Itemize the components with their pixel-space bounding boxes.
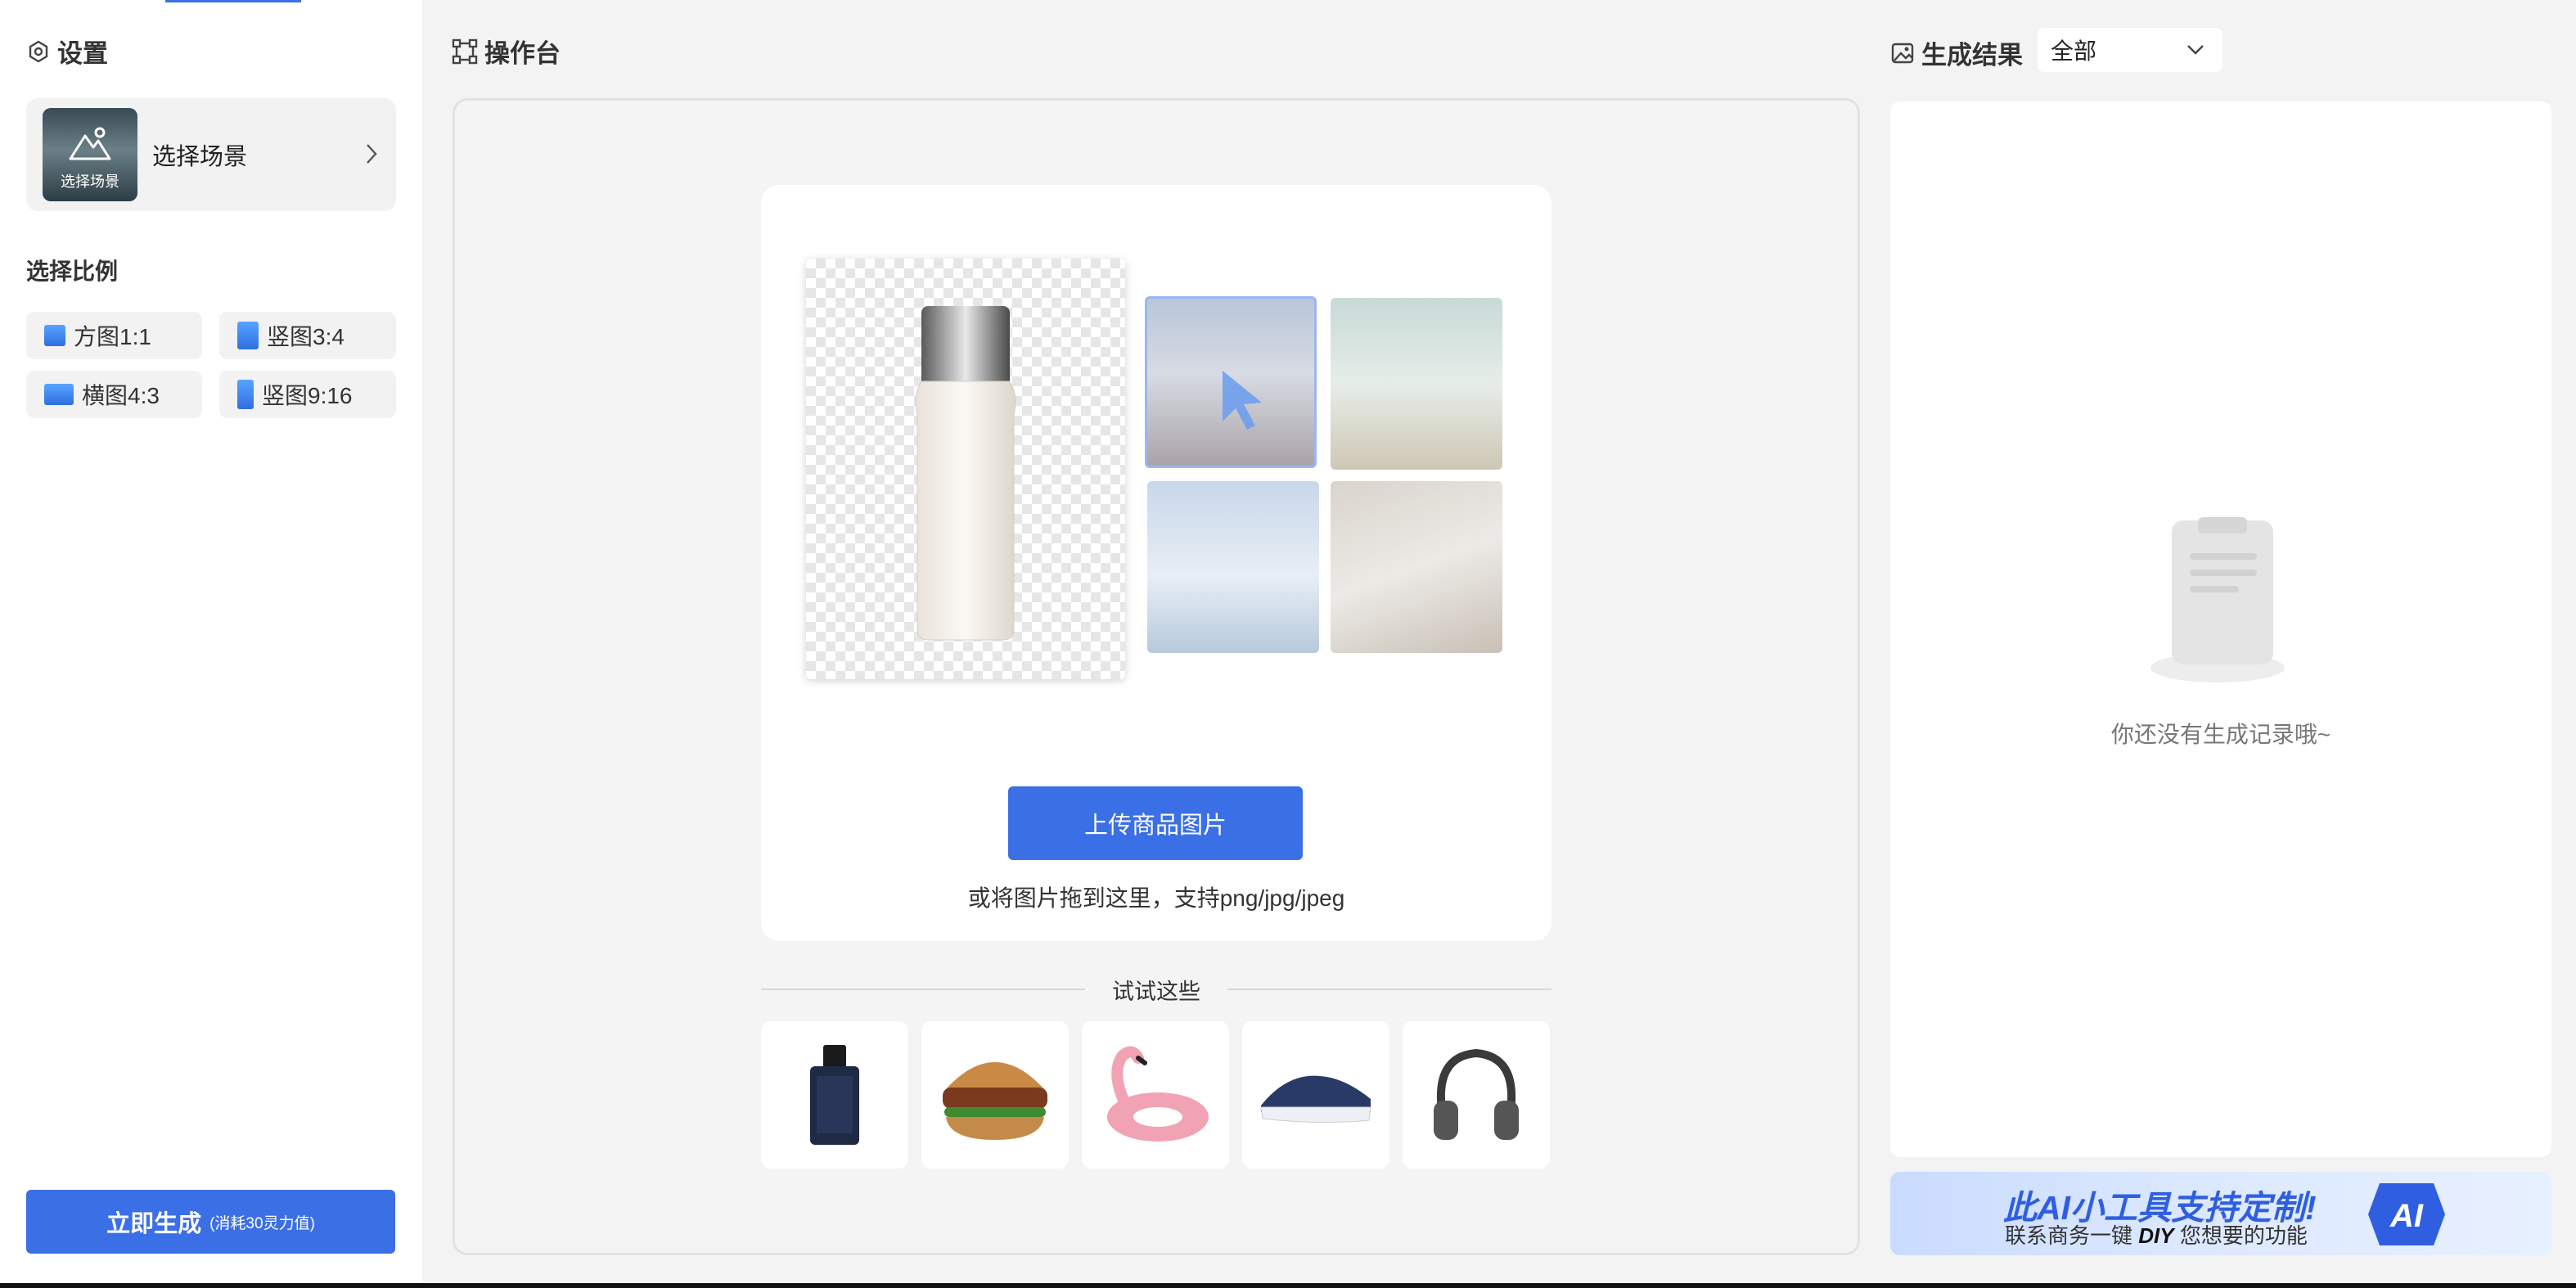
- sneaker-icon: [1260, 1075, 1371, 1124]
- settings-panel: 设置 选择场景 选择场景 选择比例 方图1:1 竖图3:4 横图4:3 竖图9:…: [0, 0, 422, 1288]
- ratio-title: 选择比例: [26, 259, 119, 284]
- ratio-option-3-4[interactable]: 竖图3:4: [219, 312, 396, 359]
- empty-clipboard-icon: [2150, 517, 2285, 682]
- divider-left: [761, 989, 1085, 990]
- banner-sub-suffix: 您想要的功能: [2179, 1223, 2308, 1248]
- workbench-title-text: 操作台: [484, 39, 561, 68]
- ratio-label: 竖图9:16: [262, 383, 353, 408]
- ratio-label: 横图4:3: [82, 383, 160, 408]
- workbench-title: 操作台: [452, 33, 561, 70]
- perfume-bottle-icon: [810, 1045, 859, 1145]
- scene-example-leaves: [1331, 481, 1502, 653]
- generate-button[interactable]: 立即生成 (消耗30灵力值): [26, 1190, 395, 1254]
- ratio-label: 竖图3:4: [267, 324, 345, 349]
- result-filter-value: 全部: [2051, 38, 2097, 64]
- sample-flamingo[interactable]: [1082, 1021, 1229, 1169]
- chevron-down-icon: [2187, 45, 2204, 55]
- ratio-option-4-3[interactable]: 横图4:3: [26, 371, 202, 418]
- upload-hint: 或将图片拖到这里，支持png/jpg/jpeg: [967, 885, 1345, 911]
- results-title-text: 生成结果: [1921, 41, 2023, 70]
- settings-title: 设置: [26, 33, 108, 70]
- ratio-label: 方图1:1: [74, 324, 151, 349]
- banner-sub-prefix: 联系商务一键: [2005, 1223, 2133, 1248]
- sample-sneaker[interactable]: [1242, 1021, 1389, 1169]
- generate-cost: (消耗30灵力值): [209, 1214, 315, 1232]
- results-title: 生成结果: [1890, 34, 2023, 71]
- portrait-ratio-icon: [237, 322, 259, 349]
- ai-badge-text: AI: [2389, 1198, 2424, 1234]
- scene-example-snow: [1147, 481, 1319, 653]
- ratio-option-1-1[interactable]: 方图1:1: [26, 312, 202, 359]
- mountain-icon: [69, 127, 111, 160]
- upload-product-button[interactable]: 上传商品图片: [1008, 786, 1303, 860]
- burger-icon: [943, 1062, 1047, 1140]
- scene-example-flowers: [1331, 298, 1502, 470]
- generate-label: 立即生成: [106, 1211, 202, 1237]
- upload-label: 上传商品图片: [1083, 813, 1227, 839]
- headphones-icon: [1434, 1048, 1519, 1140]
- customization-banner[interactable]: 此AI小工具支持定制! 联系商务一键 DIY 您想要的功能 AI: [1890, 1172, 2551, 1255]
- landscape-ratio-icon: [44, 384, 74, 405]
- active-tab-indicator: [165, 0, 301, 2]
- scene-selector[interactable]: 选择场景 选择场景: [26, 98, 396, 211]
- result-filter-select[interactable]: 全部: [2038, 28, 2222, 72]
- settings-icon: [29, 40, 48, 62]
- banner-sub-emph: DIY: [2138, 1223, 2174, 1248]
- sample-headphones[interactable]: [1403, 1021, 1550, 1169]
- try-these-label: 试试这些: [1112, 980, 1200, 1004]
- square-ratio-icon: [44, 325, 65, 346]
- settings-title-text: 设置: [57, 39, 108, 68]
- sample-perfume[interactable]: [761, 1021, 908, 1169]
- scene-example-pavilion: [1145, 296, 1317, 468]
- flamingo-float-icon: [1107, 1046, 1209, 1142]
- product-bottle-icon: [915, 306, 1016, 641]
- divider-right: [1227, 989, 1551, 990]
- scene-thumbnail: 选择场景: [43, 108, 137, 201]
- chevron-right-icon: [367, 144, 377, 164]
- image-icon: [1891, 43, 1914, 63]
- scene-label: 选择场景: [152, 144, 248, 170]
- workbench-icon: [452, 38, 478, 64]
- product-preview-image: [806, 259, 1125, 679]
- bottom-edge: [0, 1283, 2576, 1288]
- banner-subtitle: 联系商务一键 DIY 您想要的功能: [2005, 1219, 2308, 1250]
- scene-thumb-caption: 选择场景: [61, 173, 119, 190]
- cursor-icon: [1223, 371, 1262, 430]
- tall-ratio-icon: [237, 380, 254, 409]
- ratio-option-9-16[interactable]: 竖图9:16: [219, 371, 396, 418]
- sample-burger[interactable]: [921, 1021, 1069, 1169]
- empty-state-text: 你还没有生成记录哦~: [2110, 722, 2331, 747]
- ai-badge-icon: AI: [2368, 1183, 2445, 1245]
